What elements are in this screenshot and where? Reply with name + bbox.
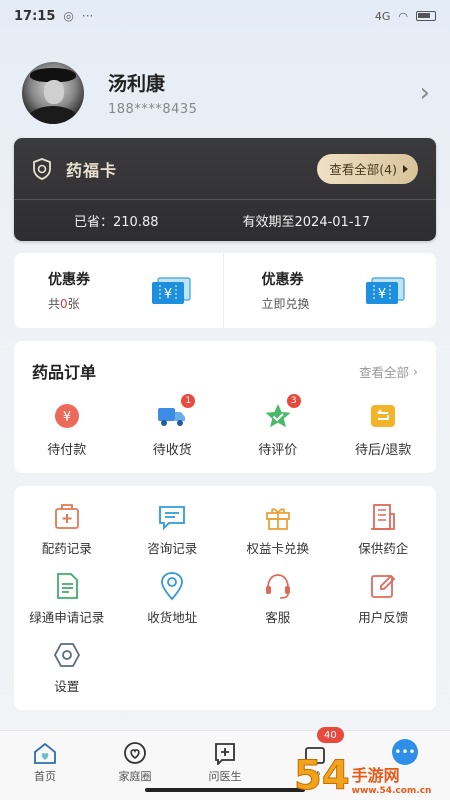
coupon-item-count[interactable]: 优惠券 共0张 ¥ [14, 253, 223, 328]
shield-icon [33, 157, 51, 180]
triangle-right-icon [403, 164, 408, 173]
user-phone: 188****8435 [108, 102, 198, 117]
service-customer-support[interactable]: 客服 [225, 571, 331, 626]
wifi-icon: ◠ [398, 9, 408, 23]
orders-view-all-link[interactable]: 查看全部 › [359, 362, 418, 381]
user-name: 汤利康 [108, 73, 166, 95]
service-dispensing-records[interactable]: 配药记录 [14, 502, 120, 557]
chevron-right-icon[interactable]: › [420, 78, 430, 108]
svg-text:¥: ¥ [164, 287, 172, 302]
service-shipping-address[interactable]: 收货地址 [120, 571, 226, 626]
status-time: 17:15 [14, 8, 56, 24]
home-heart-icon [34, 742, 56, 764]
order-pending-payment[interactable]: ¥ 待付款 [14, 401, 120, 458]
sync-icon: ◎ [63, 9, 74, 23]
vip-view-all-button[interactable]: 查看全部(4) [317, 153, 418, 184]
service-green-channel-records[interactable]: 绿通申请记录 [14, 571, 120, 626]
vip-valid-until: 有效期至2024-01-17 [242, 215, 371, 230]
chevron-right-icon: › [413, 363, 418, 379]
service-card-redeem[interactable]: 权益卡兑换 [225, 502, 331, 557]
gift-icon [265, 508, 290, 530]
yen-coin-icon: ¥ [54, 404, 79, 428]
coupon-card: 优惠券 共0张 ¥ 优惠券 立即兑换 ¥ [14, 253, 436, 328]
order-after-sale[interactable]: 待后/退款 [331, 401, 437, 458]
order-badge: 3 [286, 394, 301, 408]
delivery-truck-icon [158, 408, 186, 426]
plus-chat-icon [215, 743, 235, 765]
building-icon [371, 504, 396, 530]
vip-card-title: 药福卡 [66, 160, 118, 180]
location-pin-icon [161, 572, 184, 601]
service-supply-pharma[interactable]: 保供药企 [331, 502, 437, 557]
ticket-icon: ¥ [152, 276, 191, 304]
order-pending-receipt[interactable]: 1 待收货 [120, 394, 226, 458]
home-indicator [145, 788, 305, 792]
headset-icon [265, 574, 290, 599]
edit-feedback-icon [371, 574, 396, 598]
star-check-icon [265, 404, 291, 428]
network-label: 4G [374, 9, 391, 23]
svg-text:¥: ¥ [63, 410, 71, 425]
coupon-item-redeem[interactable]: 优惠券 立即兑换 ¥ [222, 253, 437, 328]
vip-card[interactable]: 药福卡 查看全部(4) 已省：210.88 有效期至2024-01-17 [14, 138, 436, 241]
refund-icon [371, 405, 396, 427]
ticket-icon: ¥ [365, 276, 405, 304]
profile-header[interactable]: 汤利康 188****8435 › [22, 58, 430, 128]
svg-text:¥: ¥ [377, 287, 385, 302]
watermark-logo: 54 手游网 www.54.com.cn [294, 753, 432, 799]
tab-home[interactable]: 首页 [0, 731, 90, 800]
settings-hex-icon [53, 643, 80, 667]
service-settings[interactable]: 设置 [14, 640, 120, 695]
medicine-kit-icon [54, 504, 79, 529]
service-user-feedback[interactable]: 用户反馈 [331, 571, 437, 626]
services-card: 配药记录 咨询记录 权益卡兑换 保供药企 绿通申请记录 收货地址 客服 用户反馈… [14, 486, 436, 710]
heart-circle-icon [124, 742, 146, 764]
orders-title: 药品订单 [32, 363, 97, 382]
service-consult-records[interactable]: 咨询记录 [120, 502, 226, 557]
order-pending-review[interactable]: 3 待评价 [225, 394, 331, 458]
document-icon [56, 573, 78, 599]
more-dots-icon: ··· [81, 9, 94, 23]
chat-record-icon [159, 506, 186, 531]
battery-icon [416, 11, 436, 21]
vip-saved-amount: 已省：210.88 [74, 215, 159, 230]
orders-card: 药品订单 查看全部 › ¥ 待付款 1 待收货 3 待评价 待后/退款 [14, 341, 436, 473]
avatar[interactable] [22, 62, 84, 124]
order-badge: 1 [181, 394, 196, 408]
status-bar: 17:15 ◎ ··· 4G ◠ [0, 0, 450, 32]
